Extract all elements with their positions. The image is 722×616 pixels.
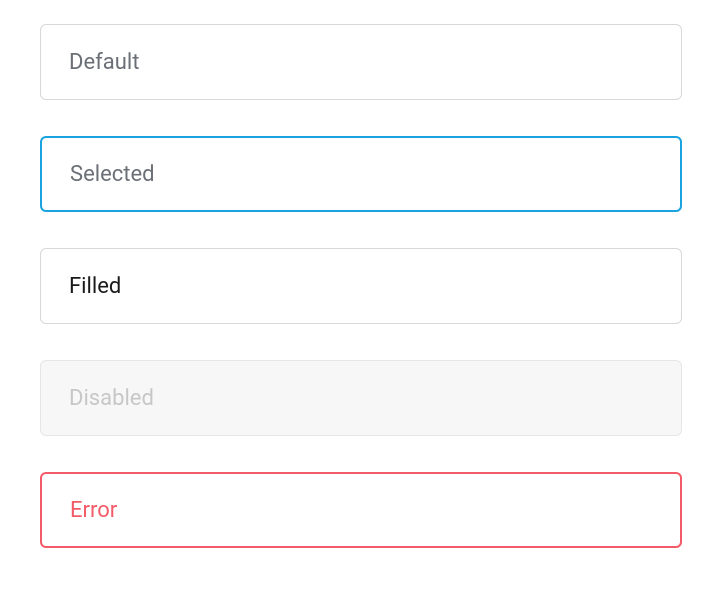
error-input[interactable] [40,472,682,548]
input-states-showcase [40,24,682,548]
selected-input[interactable] [40,136,682,212]
filled-input[interactable] [40,248,682,324]
disabled-input [40,360,682,436]
default-input[interactable] [40,24,682,100]
